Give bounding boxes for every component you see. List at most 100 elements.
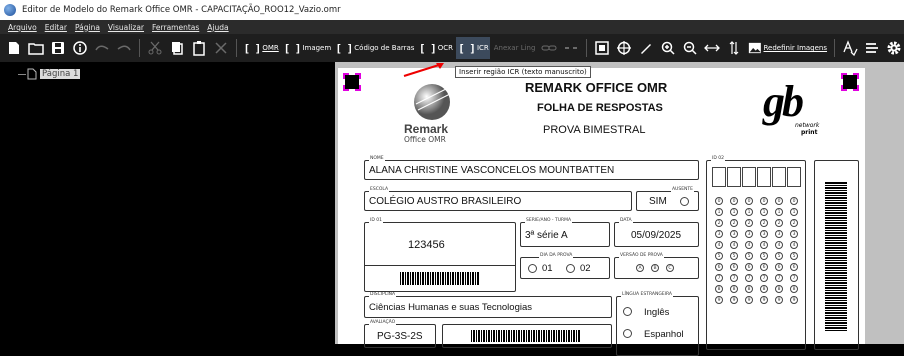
reset-images-button[interactable]: Redefinir Imagens — [746, 37, 829, 59]
id02-bubble[interactable]: 8 — [715, 285, 723, 293]
id02-bubble[interactable]: 5 — [730, 252, 738, 260]
redo-button[interactable] — [114, 37, 134, 59]
id02-bubble[interactable]: 9 — [745, 296, 753, 304]
id02-bubble[interactable]: 9 — [715, 296, 723, 304]
id02-bubble[interactable]: 4 — [745, 241, 753, 249]
id02-bubble[interactable]: 6 — [745, 263, 753, 271]
menu-visualizar[interactable]: Visualizar — [108, 23, 144, 32]
id02-bubble[interactable]: 1 — [745, 208, 753, 216]
menu-ferramentas[interactable]: Ferramentas — [152, 23, 199, 32]
target-button[interactable] — [614, 37, 634, 59]
id02-bubble[interactable]: 6 — [760, 263, 768, 271]
exam-day-bubble-1[interactable] — [528, 264, 537, 273]
id02-bubble[interactable]: 0 — [745, 197, 753, 205]
form-canvas[interactable]: Remark Office OMR REMARK OFFICE OMR FOLH… — [335, 62, 904, 356]
omr-region-button[interactable]: [ ] OMR — [242, 37, 280, 59]
menu-pagina[interactable]: Página — [75, 23, 100, 32]
id02-bubble[interactable]: 0 — [760, 197, 768, 205]
exam-day-field[interactable]: DIA DA PROVA 01 02 — [520, 253, 610, 279]
id02-bubble[interactable]: 7 — [775, 274, 783, 282]
save-button[interactable] — [48, 37, 68, 59]
absent-bubble[interactable] — [680, 197, 689, 206]
corner-marker[interactable] — [841, 73, 859, 91]
assessment-barcode-field[interactable] — [442, 324, 612, 348]
id02-bubble[interactable]: 2 — [715, 219, 723, 227]
unlink-button[interactable] — [561, 37, 581, 59]
id02-bubble[interactable]: 8 — [745, 285, 753, 293]
corner-marker[interactable] — [343, 73, 361, 91]
id02-bubble[interactable]: 5 — [715, 252, 723, 260]
fit-height-button[interactable] — [724, 37, 744, 59]
id02-bubble[interactable]: 2 — [775, 219, 783, 227]
exam-day-bubble-2[interactable] — [566, 264, 575, 273]
id02-bubble[interactable]: 7 — [760, 274, 768, 282]
id02-bubble[interactable]: 0 — [775, 197, 783, 205]
undo-button[interactable] — [92, 37, 112, 59]
id02-bubble[interactable]: 7 — [745, 274, 753, 282]
fit-width-button[interactable] — [702, 37, 722, 59]
paste-button[interactable] — [189, 37, 209, 59]
id02-bubble[interactable]: 4 — [715, 241, 723, 249]
language-bubble-english[interactable] — [623, 307, 632, 316]
id02-digit-box[interactable] — [712, 167, 726, 187]
id02-bubble[interactable]: 5 — [790, 252, 798, 260]
zoom-out-button[interactable] — [680, 37, 700, 59]
id02-bubble[interactable]: 7 — [715, 274, 723, 282]
id02-bubble[interactable]: 8 — [775, 285, 783, 293]
id02-bubble[interactable]: 6 — [730, 263, 738, 271]
id02-bubble[interactable]: 2 — [730, 219, 738, 227]
id02-bubble[interactable]: 9 — [775, 296, 783, 304]
id02-bubble[interactable]: 8 — [730, 285, 738, 293]
open-button[interactable] — [26, 37, 46, 59]
ocr-region-button[interactable]: [ ] OCR — [417, 37, 454, 59]
grade-field[interactable]: SERIE/ANO - TURMA 3ª série A — [520, 218, 610, 247]
id02-bubble[interactable]: 3 — [760, 230, 768, 238]
school-field[interactable]: ESCOLA COLÉGIO AUSTRO BRASILEIRO — [364, 187, 632, 211]
tree-item-page-1[interactable]: Página 1 — [18, 68, 81, 80]
absent-field[interactable]: AUSENTE SIM — [636, 187, 699, 211]
id02-bubble[interactable]: 1 — [775, 208, 783, 216]
version-bubble-a[interactable]: A — [636, 264, 644, 272]
align-button[interactable] — [862, 37, 882, 59]
id02-bubble[interactable]: 3 — [745, 230, 753, 238]
form-sheet[interactable]: Remark Office OMR REMARK OFFICE OMR FOLH… — [338, 68, 865, 356]
id02-digit-box[interactable] — [757, 167, 771, 187]
id02-digit-box[interactable] — [772, 167, 786, 187]
id02-bubble[interactable]: 5 — [775, 252, 783, 260]
id02-bubble[interactable]: 3 — [730, 230, 738, 238]
anchor-link-button[interactable]: Anexar Ling — [492, 37, 537, 59]
id02-bubble[interactable]: 3 — [715, 230, 723, 238]
id02-bubble[interactable]: 5 — [745, 252, 753, 260]
id02-bubble[interactable]: 6 — [715, 263, 723, 271]
id02-bubble[interactable]: 4 — [790, 241, 798, 249]
name-field[interactable]: NOME ALANA CHRISTINE VASCONCELOS MOUNTBA… — [364, 156, 699, 180]
spellcheck-button[interactable] — [840, 37, 860, 59]
id02-bubble[interactable]: 3 — [775, 230, 783, 238]
id02-bubble[interactable]: 4 — [775, 241, 783, 249]
menu-editar[interactable]: Editar — [45, 23, 67, 32]
id02-bubble[interactable]: 7 — [730, 274, 738, 282]
id02-bubble[interactable]: 1 — [760, 208, 768, 216]
id02-bubble[interactable]: 0 — [730, 197, 738, 205]
id02-bubble[interactable]: 2 — [745, 219, 753, 227]
version-bubble-b[interactable]: B — [651, 264, 659, 272]
id02-digit-box[interactable] — [742, 167, 756, 187]
id02-bubble[interactable]: 8 — [760, 285, 768, 293]
date-field[interactable]: DATA 05/09/2025 — [614, 218, 699, 247]
id02-bubble[interactable]: 6 — [790, 263, 798, 271]
draw-button[interactable] — [636, 37, 656, 59]
id02-bubble[interactable]: 1 — [715, 208, 723, 216]
id02-bubble[interactable]: 1 — [730, 208, 738, 216]
id02-bubble[interactable]: 2 — [790, 219, 798, 227]
id02-bubble[interactable]: 4 — [730, 241, 738, 249]
version-bubble-c[interactable]: C — [666, 264, 674, 272]
settings-button[interactable] — [884, 37, 904, 59]
language-bubble-spanish[interactable] — [623, 329, 632, 338]
icr-region-button[interactable]: [ ] ICR — [456, 37, 491, 59]
id01-field[interactable]: ID 01 123456 — [364, 218, 516, 292]
new-button[interactable] — [4, 37, 24, 59]
version-field[interactable]: VERSÃO DE PROVA A B C — [614, 253, 699, 279]
delete-button[interactable] — [211, 37, 231, 59]
id02-digit-box[interactable] — [727, 167, 741, 187]
id02-bubble[interactable]: 9 — [790, 296, 798, 304]
